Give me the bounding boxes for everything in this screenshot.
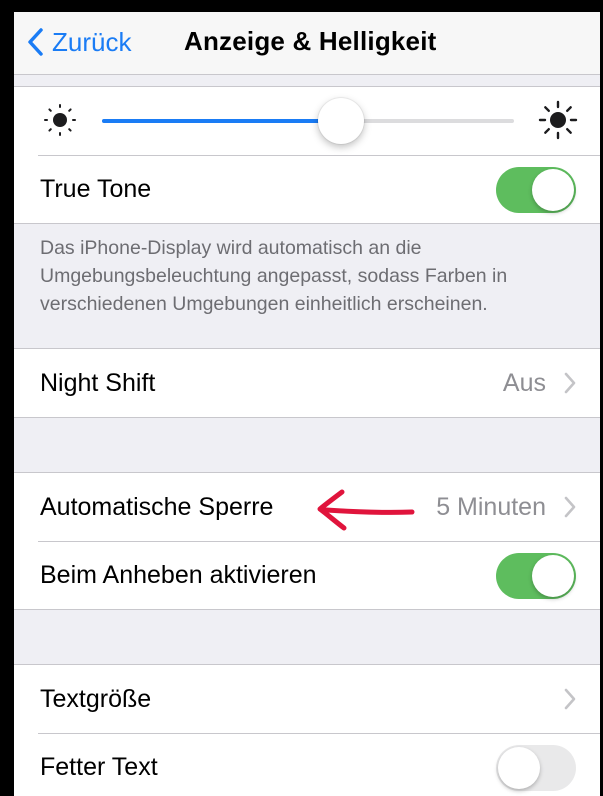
true-tone-footnote: Das iPhone-Display wird automatisch an d… xyxy=(40,237,508,315)
toggle-knob xyxy=(532,169,574,211)
red-arrow-icon xyxy=(317,489,415,531)
settings-screen: Zurück Anzeige & Helligkeit True Tone Da… xyxy=(14,12,600,796)
brightness-slider-thumb[interactable] xyxy=(317,98,364,144)
brightness-slider-fill xyxy=(102,119,341,123)
toggle-knob xyxy=(532,555,574,597)
auto-lock-value: 5 Minuten xyxy=(436,493,546,521)
true-tone-toggle[interactable] xyxy=(496,167,576,213)
chevron-right-icon xyxy=(564,688,576,710)
bold-text-label: Fetter Text xyxy=(40,753,158,781)
brightness-slider[interactable] xyxy=(102,119,514,123)
bold-text-toggle[interactable] xyxy=(496,745,576,791)
true-tone-label: True Tone xyxy=(40,175,152,203)
night-shift-label: Night Shift xyxy=(40,369,156,397)
night-shift-value: Aus xyxy=(502,369,546,397)
sun-large-icon xyxy=(538,100,578,140)
night-shift-row[interactable]: Night Shift Aus xyxy=(14,349,600,417)
text-size-row[interactable]: Textgröße xyxy=(14,665,600,733)
brightness-group: True Tone xyxy=(14,86,600,224)
navigation-bar: Zurück Anzeige & Helligkeit xyxy=(14,12,600,75)
night-shift-group: Night Shift Aus xyxy=(14,348,600,418)
auto-lock-row[interactable]: Automatische Sperre 5 Minuten xyxy=(14,473,600,541)
back-label: Zurück xyxy=(52,26,132,57)
bold-text-row: Fetter Text xyxy=(14,733,600,796)
raise-to-wake-toggle[interactable] xyxy=(496,553,576,599)
toggle-knob xyxy=(498,747,540,789)
raise-to-wake-row: Beim Anheben aktivieren xyxy=(14,541,600,609)
chevron-left-icon xyxy=(28,28,43,56)
text-size-label: Textgröße xyxy=(40,685,152,713)
true-tone-row: True Tone xyxy=(14,155,600,223)
text-group: Textgröße Fetter Text xyxy=(14,664,600,796)
page-title: Anzeige & Helligkeit xyxy=(184,26,437,56)
chevron-right-icon xyxy=(564,372,576,394)
lock-group: Automatische Sperre 5 Minuten Beim Anheb… xyxy=(14,472,600,610)
raise-to-wake-label: Beim Anheben aktivieren xyxy=(40,561,317,589)
sun-small-icon xyxy=(44,104,76,136)
auto-lock-label: Automatische Sperre xyxy=(40,493,274,521)
back-button[interactable]: Zurück xyxy=(26,26,131,58)
chevron-right-icon xyxy=(564,496,576,518)
